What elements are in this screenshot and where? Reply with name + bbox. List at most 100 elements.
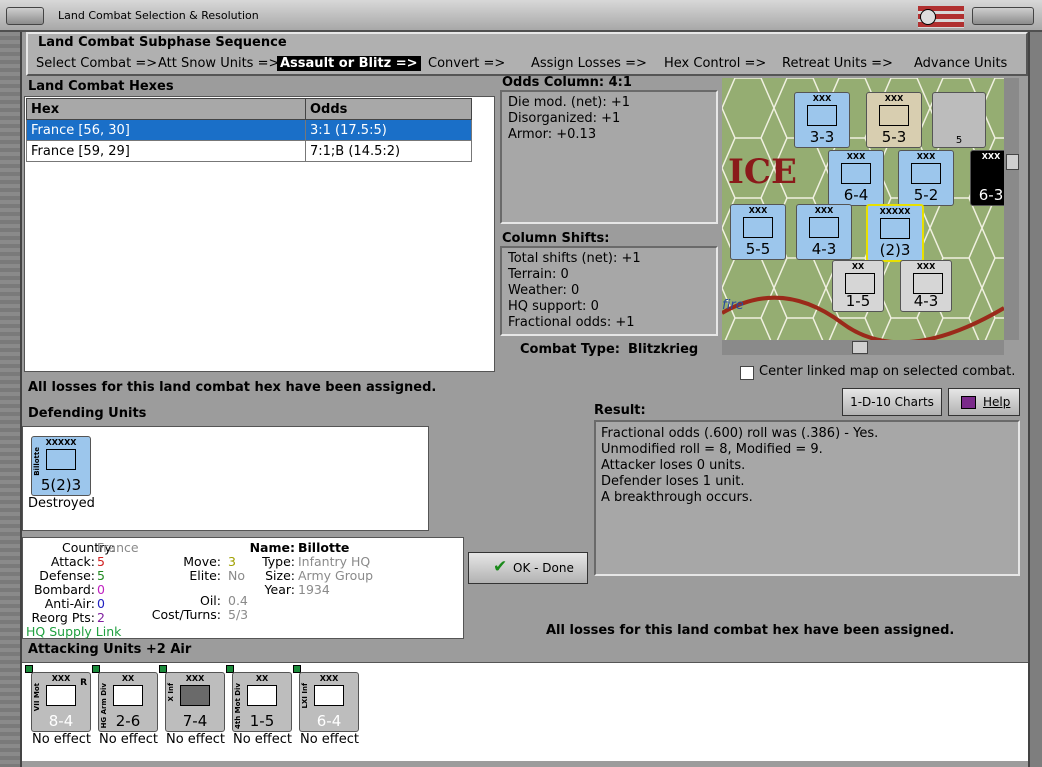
map-label-fire: fire [722, 298, 744, 313]
map-counter[interactable]: XXX 5-5 [730, 204, 786, 260]
odds-cell[interactable]: 7:1;B (14.5:2) [305, 140, 472, 162]
map-counter[interactable]: XXX 6-4 [828, 150, 884, 206]
size-label: Size: [265, 568, 295, 583]
vscroll-thumb[interactable] [1006, 154, 1019, 170]
checkmark-icon: ✔ [493, 557, 508, 577]
result-label: Result: [594, 403, 646, 418]
defending-unit-counter[interactable]: XXXXX Billotte 5(2)3 [31, 436, 91, 496]
table-row[interactable]: France [56, 30] 3:1 (17.5:5) [26, 119, 472, 141]
table-row[interactable]: France [59, 29] 7:1;B (14.5:2) [26, 140, 472, 162]
odds-cell[interactable]: 3:1 (17.5:5) [305, 119, 472, 141]
attacking-panel: XXX VII Mot R 8-4 No effect XX HG Arm Di… [22, 662, 1028, 761]
result-line: Attacker loses 0 units. [601, 458, 746, 473]
result-line: Defender loses 1 unit. [601, 474, 745, 489]
oil-value: 0.4 [228, 593, 248, 608]
step-convert: Convert => [428, 56, 506, 71]
close-button[interactable] [972, 7, 1034, 25]
map-counter[interactable]: XXX 4-3 [796, 204, 852, 260]
step-retreat: Retreat Units => [782, 56, 893, 71]
result-panel: Fractional odds (.600) roll was (.386) -… [594, 420, 1020, 576]
map-counter[interactable]: 5 [932, 92, 986, 148]
infantry-icon [46, 449, 76, 470]
attacking-unit-counter[interactable]: XXX X Inf 7-4 [165, 672, 225, 732]
combat-window: Land Combat Selection & Resolution Land … [0, 0, 1042, 767]
infantry-icon [314, 685, 344, 706]
help-button[interactable]: Help [948, 388, 1020, 416]
charts-button[interactable]: 1-D-10 Charts [842, 388, 942, 416]
year-label: Year: [264, 582, 295, 597]
hexes-table: Hex Odds France [56, 30] 3:1 (17.5:5) Fr… [26, 98, 472, 162]
cost-label: Cost/Turns: [151, 607, 221, 622]
oil-label: Oil: [200, 593, 221, 608]
book-icon [961, 396, 976, 409]
map-counter[interactable]: XXX 6-3 [970, 150, 1004, 206]
ok-done-button[interactable]: ✔ OK - Done [468, 552, 588, 584]
reorg-value: 2 [97, 610, 105, 625]
size-value: Army Group [298, 568, 374, 583]
shifts-title: Column Shifts: [502, 231, 610, 246]
hexes-label: Land Combat Hexes [28, 79, 174, 94]
bombard-value: 0 [97, 582, 105, 597]
odds-panel: Die mod. (net): +1 Disorganized: +1 Armo… [500, 90, 718, 224]
name-label: Name: [249, 540, 295, 555]
system-menu-button[interactable] [6, 7, 44, 25]
unit-info-panel: Country: France Attack: 5 Defense: 5 Bom… [22, 537, 464, 639]
map-label-ice: ICE [728, 152, 797, 192]
type-label: Type: [262, 554, 295, 569]
attacking-unit-counter[interactable]: XX 4th Mot Div 1-5 [232, 672, 292, 732]
map-counter[interactable]: XXX 3-3 [794, 92, 850, 148]
attacking-unit-counter[interactable]: XXX VII Mot R 8-4 [31, 672, 91, 732]
map-vertical-scrollbar[interactable] [1004, 78, 1019, 340]
attacking-unit-status: No effect [233, 732, 293, 747]
flag-icon [918, 6, 964, 28]
attacking-unit-counter[interactable]: XX HG Arm Div 2-6 [98, 672, 158, 732]
left-frame [0, 32, 22, 767]
shift-line: Terrain: 0 [508, 267, 569, 282]
antiair-value: 0 [97, 596, 105, 611]
map-horizontal-scrollbar[interactable] [722, 340, 1004, 355]
hscroll-thumb[interactable] [852, 341, 868, 354]
result-line: A breakthrough occurs. [601, 490, 753, 505]
odds-title: Odds Column: 4:1 [502, 75, 632, 90]
map-counter[interactable]: XXX 5-2 [898, 150, 954, 206]
map-counter[interactable]: XX 1-5 [832, 260, 884, 312]
attacking-unit-status: No effect [32, 732, 92, 747]
attacking-label: Attacking Units +2 Air [28, 642, 192, 657]
defense-label: Defense: [39, 568, 95, 583]
col-odds[interactable]: Odds [305, 98, 472, 120]
map-counter[interactable]: XXXXX (2)3 [866, 204, 924, 262]
move-value: 3 [228, 554, 236, 569]
motorized-icon [46, 685, 76, 706]
step-select-combat: Select Combat => [36, 56, 158, 71]
center-linked-label: Center linked map on selected combat. [759, 364, 1016, 379]
odds-line: Disorganized: +1 [508, 111, 621, 126]
window-title: Land Combat Selection & Resolution [58, 9, 259, 22]
shift-line: Total shifts (net): +1 [508, 251, 641, 266]
hq-supply-link: HQ Supply Link [26, 624, 122, 639]
col-hex[interactable]: Hex [26, 98, 306, 120]
shifts-panel: Total shifts (net): +1 Terrain: 0 Weathe… [500, 246, 718, 336]
attack-label: Attack: [50, 554, 95, 569]
center-linked-checkbox[interactable] [740, 366, 754, 380]
name-value: Billotte [298, 540, 350, 555]
defending-label: Defending Units [28, 406, 147, 421]
linked-map[interactable]: ICE fire XXX 3-3 XXX 5-3 5 XXX 6-4 XXX 5-2 X… [722, 78, 1004, 340]
step-advance: Advance Units [914, 56, 1008, 71]
attacking-unit-counter[interactable]: XXX LXI Inf 6-4 [299, 672, 359, 732]
hex-cell[interactable]: France [59, 29] [26, 140, 306, 162]
unit-size: XXXXX [45, 438, 77, 447]
map-counter[interactable]: XXX 5-3 [866, 92, 922, 148]
attack-value: 5 [97, 554, 105, 569]
map-counter[interactable]: XXX 4-3 [900, 260, 952, 312]
defending-unit-status: Destroyed [28, 496, 95, 511]
losses-message-bottom: All losses for this land combat hex have… [546, 623, 955, 638]
cost-value: 5/3 [228, 607, 249, 622]
hex-cell[interactable]: France [56, 30] [26, 119, 306, 141]
right-frame [1028, 32, 1042, 767]
losses-message-top: All losses for this land combat hex have… [28, 380, 437, 395]
combat-type-value: Blitzkrieg [628, 342, 699, 357]
bombard-label: Bombard: [33, 582, 95, 597]
antiair-label: Anti-Air: [44, 596, 95, 611]
infantry-icon [180, 685, 210, 706]
title-bar: Land Combat Selection & Resolution [0, 0, 1042, 32]
